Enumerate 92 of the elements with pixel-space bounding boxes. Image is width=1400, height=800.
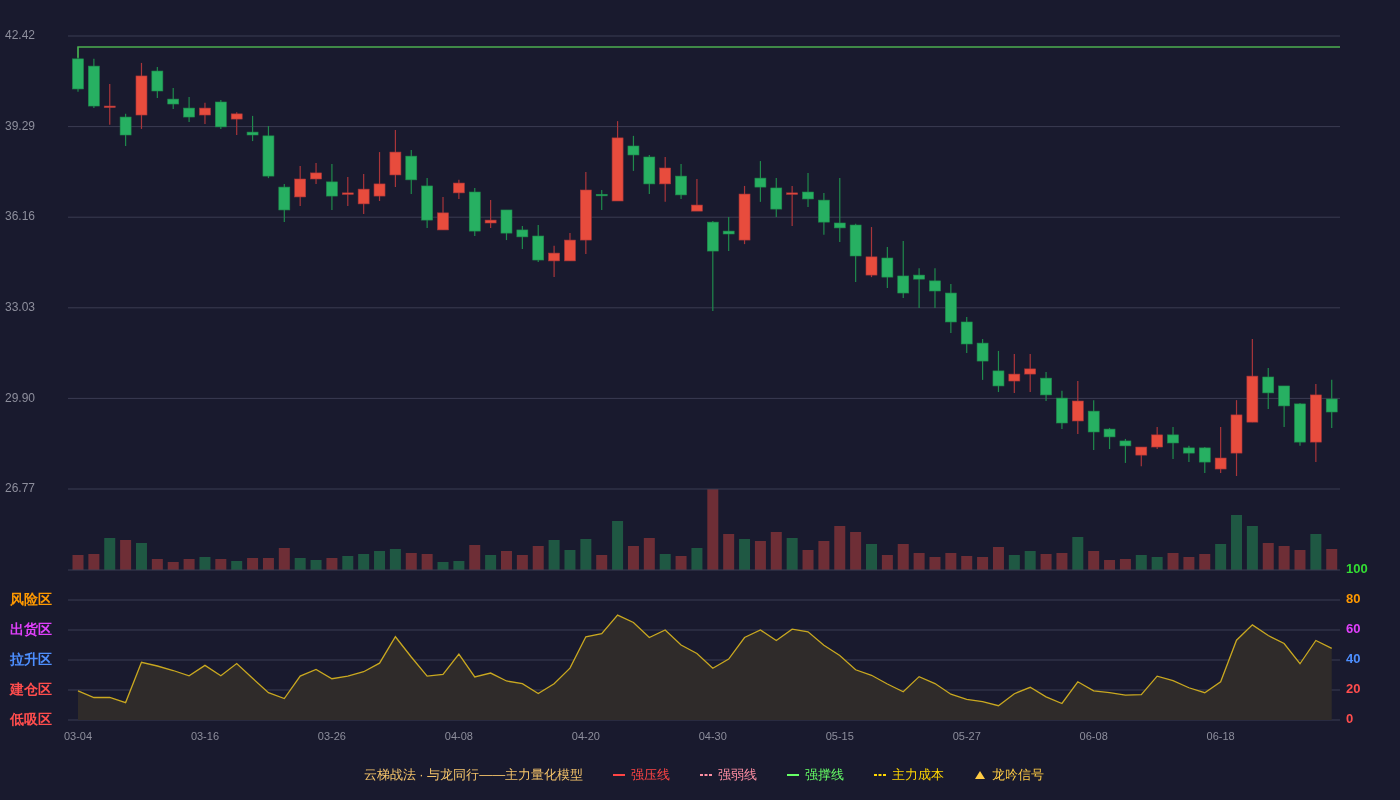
candlestick [564,232,576,262]
candlestick [167,87,180,110]
candlestick [754,160,767,203]
candlestick [1262,367,1275,410]
candlestick [310,162,322,185]
zone-label: 低吸区 [10,710,52,727]
candlestick [373,151,386,202]
candlestick [278,183,291,223]
candlestick [1040,371,1052,402]
candlestick [1325,379,1338,429]
legend-label: 龙吟信号 [992,766,1045,785]
candlestick [1119,438,1132,464]
candlestick [1024,353,1036,393]
candlestick [627,135,640,172]
candlestick [183,96,195,123]
axis-label: 42.42 [5,28,36,43]
candlestick [691,178,703,212]
axis-label: 03-16 [190,729,220,742]
axis-label: 04-20 [571,729,600,742]
legend-label: 强弱线 [718,766,758,785]
candlestick [405,149,418,195]
candlestick [833,177,846,243]
candlestick [1278,385,1290,428]
candlestick [500,209,513,241]
candlestick [1135,446,1148,467]
legend-title: 云梯战法 · 与龙同行——主力量化模型 [363,766,584,785]
axis-label: 03-26 [317,729,346,742]
candlestick [1167,426,1179,460]
axis-label: 39.29 [5,118,36,133]
candlestick [357,173,370,215]
candlestick [865,226,878,278]
candlestick [818,192,830,236]
axis-label: 40 [1346,651,1361,667]
candlestick [389,129,402,188]
axis-label: 06-08 [1079,729,1108,742]
candlestick [659,156,671,203]
candlestick [1183,445,1195,463]
axis-label: 05-15 [825,729,854,742]
candlestick [548,245,560,278]
axis-label: 04-08 [444,729,473,742]
zone-label: 拉升区 [10,650,52,667]
axis-label: 04-30 [698,729,727,742]
candlestick [976,338,989,381]
candlestick [1008,353,1021,394]
candlestick [722,216,735,252]
candlestick [770,177,783,218]
candlestick [595,189,608,211]
candlestick [326,163,338,211]
candlestick [897,240,910,299]
candlestick [119,113,132,147]
axis-label: 03-04 [63,729,93,742]
axis-label: 33.03 [5,299,36,314]
candlestick [294,165,306,207]
axis-label: 80 [1346,591,1361,607]
legend-label: 强压线 [631,766,671,785]
candlestick [1087,399,1100,451]
candlestick [675,163,687,200]
candlestick [929,267,941,309]
axis-label: 0 [1346,711,1354,727]
zone-label: 出货区 [10,620,52,637]
candlestick [246,115,259,142]
candlestick [484,199,497,229]
axis-label: 05-27 [952,729,981,742]
axis-label: 36.16 [5,209,36,224]
legend-label: 强撑线 [805,766,845,785]
candlestick [960,316,973,354]
candlestick [1151,426,1163,450]
axis-label: 29.90 [5,390,36,405]
candlestick [881,246,894,289]
candlestick [802,172,814,208]
axis-label: 06-18 [1206,729,1235,742]
candlestick [453,179,465,200]
candlestick [1072,380,1084,435]
candlestick [151,66,164,99]
zone-label: 风险区 [10,590,52,607]
candlestick [199,102,211,125]
candlestick [786,185,798,227]
candlestick [992,350,1005,393]
candlestick [1198,446,1211,474]
candlestick [913,267,925,309]
axis-label: 60 [1346,621,1361,637]
legend-label: 主力成本 [892,766,945,785]
candlestick [1214,426,1227,474]
candlestick [437,196,449,231]
candlestick [230,111,243,136]
candlestick [103,83,116,126]
axis-label: 26.77 [5,481,36,496]
candlestick [341,176,354,207]
candlestick [516,225,529,250]
axis-label: 100 [1346,561,1368,577]
axis-label: 20 [1346,681,1361,697]
zone-label: 建仓区 [10,680,52,697]
